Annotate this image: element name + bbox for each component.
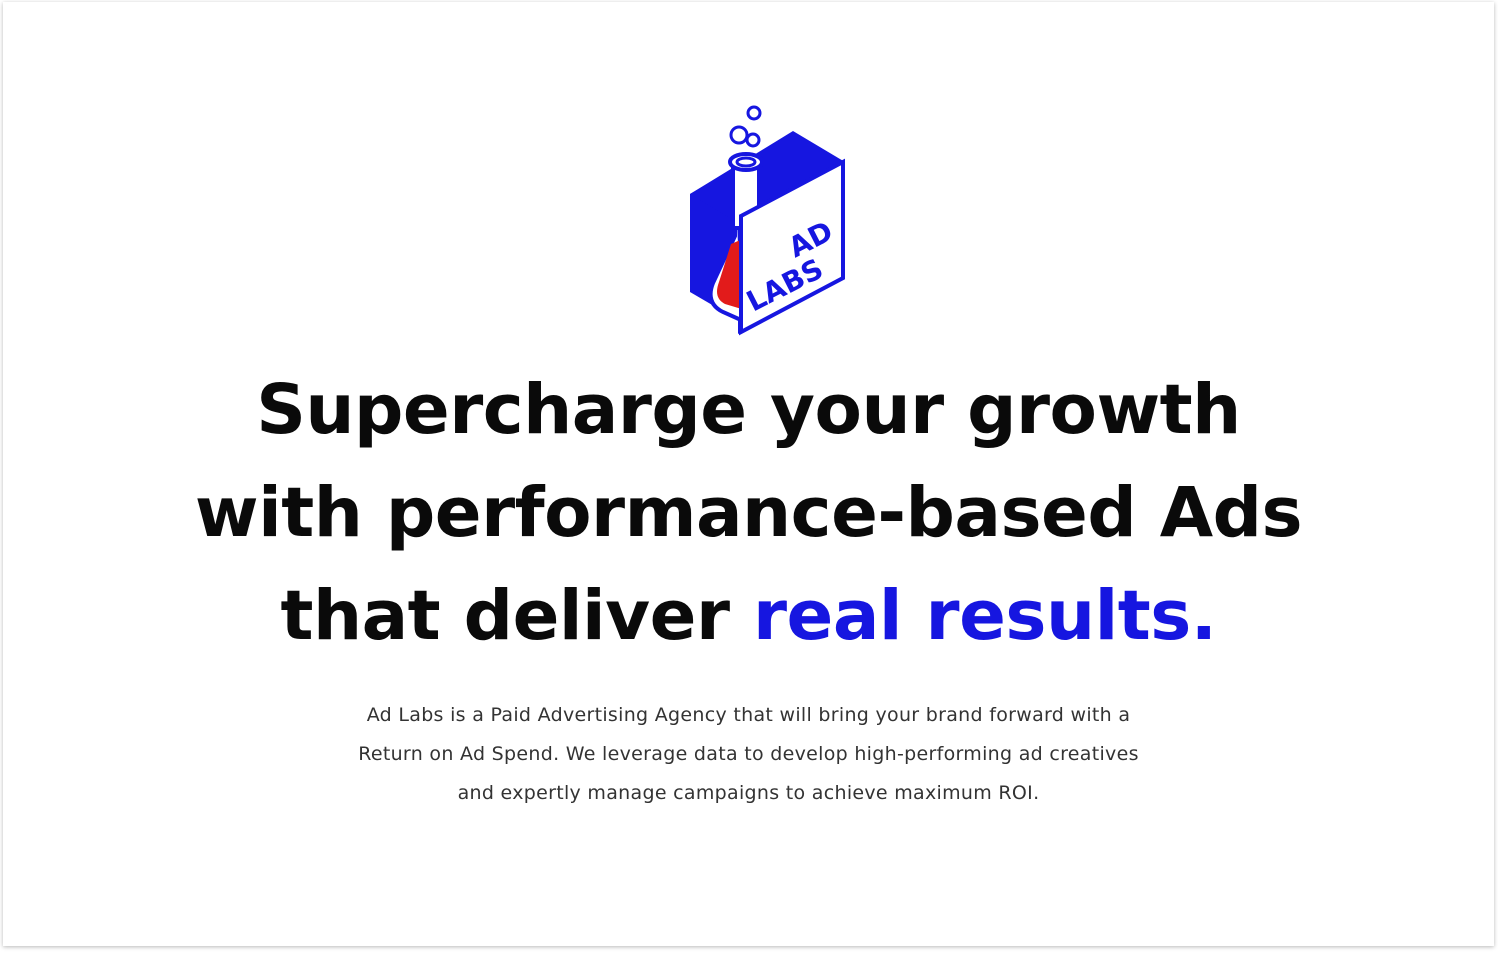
headline-accent-text: real results. — [753, 576, 1217, 656]
bubble-icon — [745, 132, 761, 148]
page-frame: AD LABS Supercharge your growth with per… — [3, 2, 1494, 946]
headline-line-3-prefix: that deliver — [280, 576, 753, 656]
headline-line-2: with performance-based Ads — [194, 473, 1303, 553]
description-line-1: Ad Labs is a Paid Advertising Agency tha… — [366, 704, 1131, 726]
description-line-3: and expertly manage campaigns to achieve… — [457, 782, 1040, 804]
description-line-2: Return on Ad Spend. We leverage data to … — [358, 743, 1139, 765]
headline-line-3: that deliver real results. — [3, 565, 1494, 668]
hero-description: Ad Labs is a Paid Advertising Agency tha… — [3, 696, 1494, 813]
flask-rim-icon — [728, 152, 764, 172]
bubble-icon — [729, 125, 749, 145]
headline-line-1: Supercharge your growth — [256, 370, 1241, 450]
ad-labs-logo: AD LABS — [690, 105, 845, 336]
hero-headline: Supercharge your growth with performance… — [3, 359, 1494, 668]
bubble-icon — [746, 105, 762, 121]
